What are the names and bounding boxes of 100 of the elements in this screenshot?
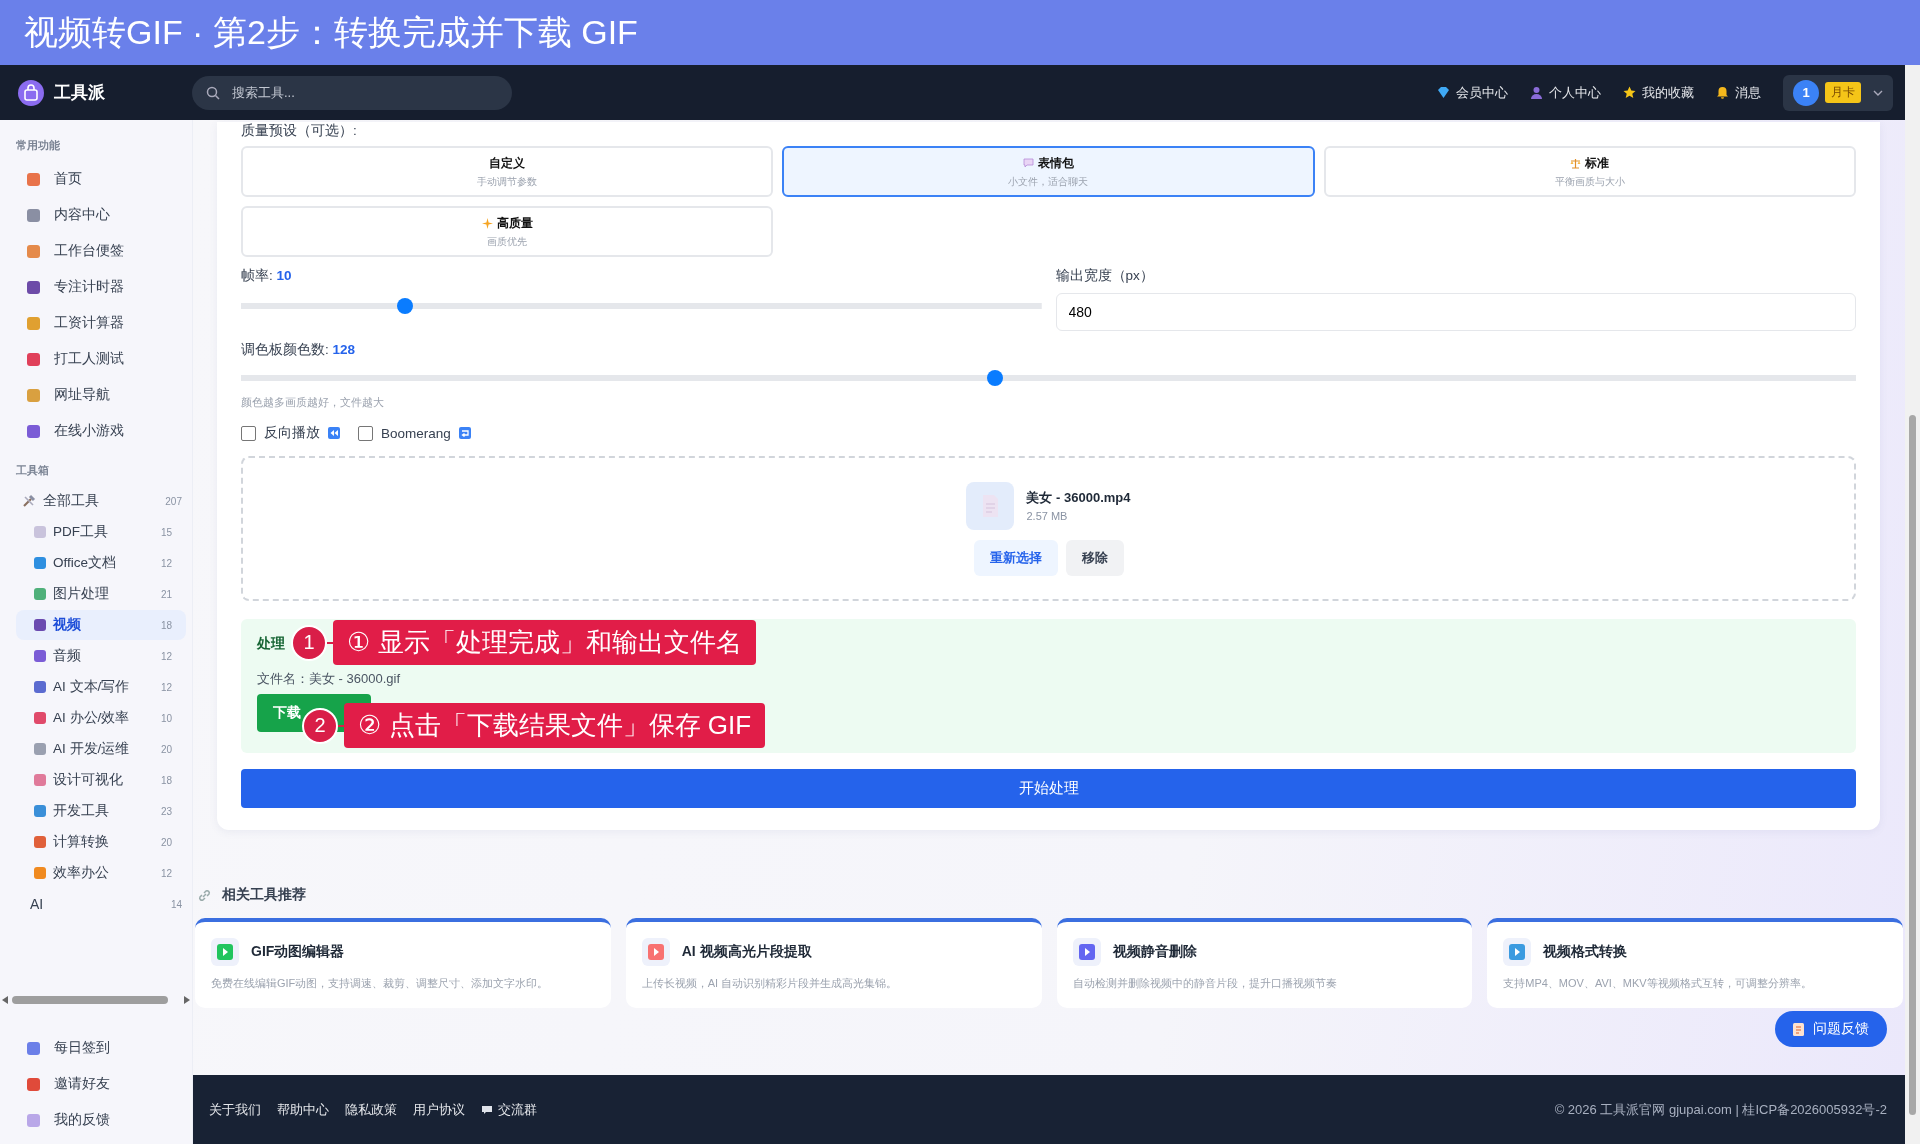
app-tile-icon bbox=[211, 938, 239, 966]
vertical-scrollbar[interactable] bbox=[1905, 65, 1920, 1144]
square-icon bbox=[27, 1077, 40, 1091]
sidebar-item[interactable]: 网址导航 bbox=[0, 377, 192, 413]
card-description: 支持MP4、MOV、AVI、MKV等视频格式互转，可调整分辨率。 bbox=[1503, 976, 1813, 991]
sidebar-item[interactable]: 打工人测试 bbox=[0, 341, 192, 377]
preset-option[interactable]: 自定义 手动调节参数 bbox=[241, 146, 774, 197]
width-input[interactable]: 480 bbox=[1055, 293, 1856, 331]
square-icon bbox=[34, 681, 46, 693]
square-icon bbox=[34, 588, 46, 600]
preset-option[interactable]: 标准 平衡画质与大小 bbox=[1323, 146, 1856, 197]
footer-link[interactable]: 交流群 bbox=[481, 1100, 537, 1119]
bag-icon bbox=[18, 79, 44, 106]
search-field[interactable]: 搜索工具... bbox=[192, 75, 512, 110]
sidebar-item[interactable]: 首页 bbox=[0, 161, 192, 197]
slider-thumb[interactable] bbox=[987, 370, 1004, 386]
square-icon bbox=[27, 316, 40, 330]
field-label: 输出宽度（px） bbox=[1055, 267, 1155, 285]
sidebar-item[interactable]: Office文档 12 bbox=[16, 548, 186, 578]
preset-option[interactable]: 表情包 小文件，适合聊天 bbox=[782, 146, 1315, 197]
tools-icon bbox=[22, 494, 36, 508]
scroll-right-icon[interactable] bbox=[184, 996, 190, 1004]
preset-option[interactable]: 高质量 画质优先 bbox=[241, 206, 774, 257]
feedback-button[interactable]: 问题反馈 bbox=[1775, 1011, 1887, 1047]
hint-text: 颜色越多画质越好，文件越大 bbox=[241, 395, 385, 410]
footer-link[interactable]: 帮助中心 bbox=[277, 1100, 329, 1119]
scroll-left-icon[interactable] bbox=[2, 996, 8, 1004]
footer-link[interactable]: 关于我们 bbox=[209, 1100, 261, 1119]
square-icon bbox=[27, 388, 40, 402]
sidebar-item[interactable]: 我的反馈 bbox=[0, 1102, 192, 1138]
square-icon bbox=[34, 650, 46, 662]
sidebar-item[interactable]: 设计可视化 18 bbox=[16, 765, 186, 795]
link-icon bbox=[197, 887, 212, 903]
nav-link[interactable]: 会员中心 bbox=[1437, 83, 1508, 102]
search-icon bbox=[206, 85, 220, 100]
sidebar-item[interactable]: AI 开发/运维 20 bbox=[16, 734, 186, 764]
tool-card[interactable]: AI 视频高光片段提取 上传长视频，AI 自动识别精彩片段并生成高光集锦。 bbox=[625, 918, 1042, 1008]
square-icon bbox=[34, 774, 46, 786]
sidebar-item[interactable]: AI 文本/写作 12 bbox=[16, 672, 186, 702]
speech-bubble-icon bbox=[1023, 158, 1034, 168]
square-icon bbox=[34, 836, 46, 848]
sidebar-item[interactable]: 在线小游戏 bbox=[0, 413, 192, 449]
tool-card[interactable]: 视频格式转换 支持MP4、MOV、AVI、MKV等视频格式互转，可调整分辨率。 bbox=[1487, 918, 1903, 1008]
sidebar-item[interactable]: AI 办公/效率 10 bbox=[16, 703, 186, 733]
arrow-tile-icon bbox=[458, 427, 471, 439]
sidebar-item[interactable]: 工作台便签 bbox=[0, 233, 192, 269]
nav-icon bbox=[1530, 86, 1543, 99]
sidebar-item[interactable]: 邀请好友 bbox=[0, 1066, 192, 1102]
start-button[interactable]: 开始处理 bbox=[241, 769, 1856, 808]
checkbox[interactable] bbox=[241, 425, 256, 441]
sidebar-item[interactable]: 每日签到 bbox=[0, 1030, 192, 1066]
square-icon bbox=[34, 557, 46, 569]
square-icon bbox=[27, 424, 40, 438]
nav-link[interactable]: 我的收藏 bbox=[1623, 83, 1694, 102]
sparkle-icon bbox=[481, 217, 493, 229]
square-icon bbox=[34, 712, 46, 724]
nav-link[interactable]: 消息 bbox=[1716, 83, 1761, 102]
sidebar-item[interactable]: AI 14 bbox=[16, 889, 186, 919]
checkbox-label[interactable]: Boomerang bbox=[381, 425, 451, 441]
tool-card[interactable]: GIF动图编辑器 免费在线编辑GIF动图，支持调速、裁剪、调整尺寸、添加文字水印。 bbox=[195, 918, 611, 1008]
nav-link[interactable]: 个人中心 bbox=[1530, 83, 1601, 102]
checkbox[interactable] bbox=[358, 425, 373, 441]
sidebar-item[interactable]: 效率办公 12 bbox=[16, 858, 186, 888]
square-icon bbox=[27, 208, 40, 222]
card-title: 视频格式转换 bbox=[1543, 943, 1628, 961]
sidebar-item[interactable]: 工资计算器 bbox=[0, 305, 192, 341]
sidebar-item[interactable]: 视频 18 bbox=[16, 610, 186, 640]
result-filename: 文件名：美女 - 36000.gif bbox=[257, 670, 401, 688]
tool-card[interactable]: 视频静音删除 自动检测并删除视频中的静音片段，提升口播视频节奏 bbox=[1056, 918, 1473, 1008]
document-icon bbox=[1793, 1022, 1805, 1036]
file-name: 美女 - 36000.mp4 bbox=[1026, 489, 1131, 507]
nav-icon bbox=[1623, 86, 1636, 99]
file-action-button[interactable]: 重新选择 bbox=[973, 539, 1058, 576]
file-action-button[interactable]: 移除 bbox=[1065, 539, 1124, 576]
sidebar-item[interactable]: PDF工具 15 bbox=[16, 517, 186, 547]
card-description: 上传长视频，AI 自动识别精彩片段并生成高光集锦。 bbox=[641, 976, 899, 991]
sidebar-item[interactable]: 内容中心 bbox=[0, 197, 192, 233]
card-title: GIF动图编辑器 bbox=[251, 943, 345, 961]
brand-name[interactable]: 工具派 bbox=[54, 81, 105, 104]
callout-label: ② 点击「下载结果文件」保存 GIF bbox=[344, 703, 766, 748]
sidebar-item[interactable]: 开发工具 23 bbox=[16, 796, 186, 826]
square-icon bbox=[27, 352, 40, 366]
user-menu[interactable]: 1 月卡 bbox=[1783, 74, 1893, 111]
checkbox-label[interactable]: 反向播放 bbox=[264, 424, 320, 442]
arrow-tile-icon bbox=[328, 427, 340, 439]
sidebar-item[interactable]: 专注计时器 bbox=[0, 269, 192, 305]
slider-thumb[interactable] bbox=[397, 298, 414, 314]
chat-bubble-icon bbox=[481, 1104, 493, 1115]
sidebar-item[interactable]: 图片处理 21 bbox=[16, 579, 186, 609]
file-icon bbox=[966, 481, 1015, 530]
field-label: 调色板颜色数: 128 bbox=[241, 341, 357, 359]
square-icon bbox=[27, 244, 40, 258]
user-avatar: 1 bbox=[1793, 79, 1819, 106]
square-icon bbox=[27, 1113, 40, 1127]
sidebar-item[interactable]: 全部工具 207 bbox=[16, 486, 186, 516]
sidebar-item[interactable]: 计算转换 20 bbox=[16, 827, 186, 857]
footer-link[interactable]: 用户协议 bbox=[413, 1100, 465, 1119]
app-tile-icon bbox=[1072, 938, 1101, 966]
sidebar-item[interactable]: 音频 12 bbox=[16, 641, 186, 671]
footer-link[interactable]: 隐私政策 bbox=[345, 1100, 397, 1119]
